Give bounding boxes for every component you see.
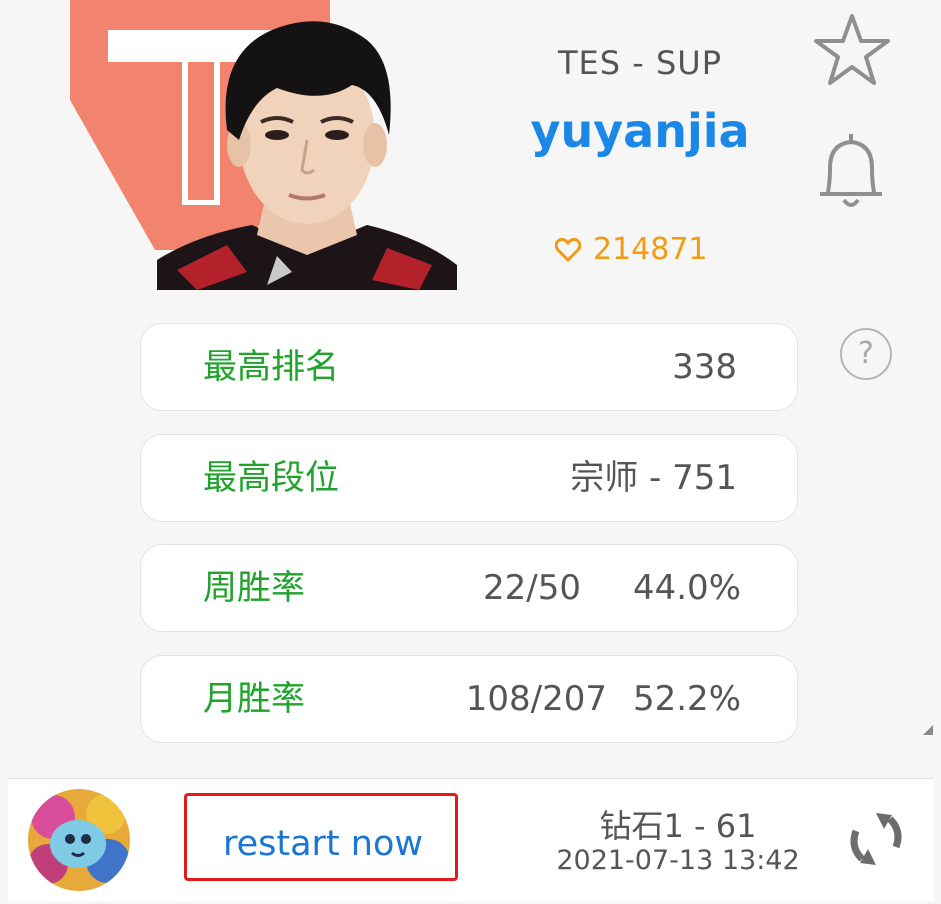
star-icon[interactable]: [812, 12, 892, 88]
stat-value: 宗师 - 751: [570, 458, 737, 498]
stat-label: 周胜率: [203, 568, 305, 608]
rank-label: 钻石1 - 61: [599, 807, 757, 845]
likes-value: 214871: [593, 232, 708, 267]
heart-icon: [555, 237, 581, 262]
help-icon[interactable]: ?: [840, 328, 892, 380]
likes-count: 214871: [555, 232, 708, 267]
restart-highlight: restart now: [184, 793, 458, 881]
stat-monthly-winrate: 月胜率 108/207 52.2%: [140, 655, 798, 743]
stat-record: 22/50: [483, 568, 581, 608]
stat-values: 22/50 44.0%: [483, 545, 741, 631]
update-time: 2021-07-13 13:42: [556, 845, 800, 876]
footer-bar: restart now 钻石1 - 61 2021-07-13 13:42: [8, 778, 934, 901]
player-name: yuyanjia: [530, 104, 750, 158]
restart-now-link[interactable]: restart now: [223, 796, 423, 892]
stat-values: 108/207 52.2%: [466, 656, 741, 742]
stat-highest-tier: 最高段位 宗师 - 751: [140, 434, 798, 522]
team-role: TES - SUP: [558, 44, 722, 82]
player-photo: [157, 10, 457, 290]
bell-icon[interactable]: [816, 130, 886, 212]
stat-percent: 52.2%: [632, 679, 741, 719]
stat-label: 最高排名: [203, 347, 339, 387]
stat-highest-rank: 最高排名 338: [140, 323, 798, 411]
stat-value: 338: [672, 347, 737, 387]
avatar[interactable]: [28, 789, 130, 891]
stat-label: 最高段位: [203, 458, 339, 498]
stat-percent: 44.0%: [632, 568, 741, 608]
refresh-icon[interactable]: [846, 809, 906, 869]
player-header: TES - SUP yuyanjia 214871: [0, 0, 941, 290]
stat-label: 月胜率: [203, 679, 305, 719]
resize-grip[interactable]: [923, 725, 933, 735]
stat-record: 108/207: [465, 679, 607, 719]
stat-weekly-winrate: 周胜率 22/50 44.0%: [140, 544, 798, 632]
